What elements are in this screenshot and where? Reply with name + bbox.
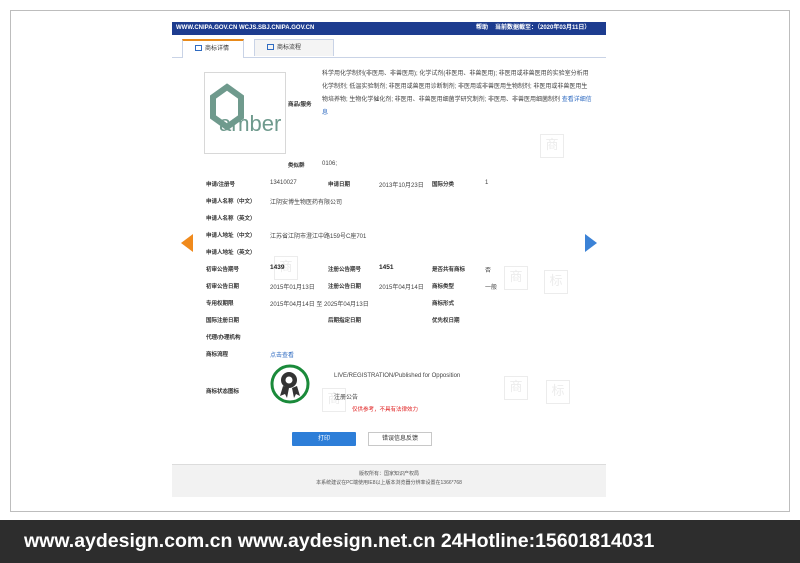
page-footer: 版权所有：国家知识产权局 本系统建议在PC端使用IE8以上版本浏览器分辨率设置在… — [172, 464, 606, 497]
watermark-icon: 商 — [504, 376, 528, 400]
status-subtext: 注册公告 — [334, 395, 359, 401]
later-date-label: 后期指定日期 — [328, 318, 362, 324]
intl-reg-date-label: 国际注册日期 — [206, 318, 240, 324]
pub-date-label: 初审公告日期 — [206, 284, 240, 290]
watermark-icon: 商 — [504, 266, 528, 290]
exclusive-label: 专用权期限 — [206, 301, 234, 307]
status-text: LIVE/REGISTRATION/Published for Oppositi… — [334, 373, 461, 379]
goods-services: 科学用化学制剂(非医用、非兽医用); 化学试剂(非医用、非兽医用); 非医用或非… — [322, 68, 592, 120]
form-label: 商标形式 — [432, 301, 455, 307]
help-link[interactable]: 帮助 — [476, 22, 488, 35]
flow-link[interactable]: 点击查看 — [270, 350, 294, 359]
watermark-icon: 标 — [546, 380, 570, 404]
applicant-cn-label: 申请人名称（中文） — [206, 199, 256, 205]
tab-trademark-detail[interactable]: 商标详情 — [182, 39, 244, 58]
address-cn-value: 江苏省江阴市澄江中路159号C座701 — [270, 234, 367, 240]
reg-no-label: 申请/注册号 — [206, 182, 236, 188]
priority-label: 优先权日期 — [432, 318, 460, 324]
apply-date-label: 申请日期 — [328, 182, 351, 188]
reg-pub-date-value: 2015年04月14日 — [379, 285, 424, 291]
address-en-label: 申请人地址（英文） — [206, 250, 256, 256]
applicant-cn-value: 江阴安博生物医药有限公司 — [270, 200, 343, 206]
next-arrow-icon[interactable] — [585, 234, 597, 252]
shared-value: 否 — [485, 268, 492, 274]
reg-pub-no-label: 注册公告期号 — [328, 267, 362, 273]
previous-arrow-icon[interactable] — [181, 234, 193, 252]
print-button[interactable]: 打印 — [292, 432, 356, 446]
trademark-image: amber — [204, 72, 286, 154]
similar-group-value: 0106; — [322, 161, 338, 167]
browser-recommendation: 本系统建议在PC端使用IE8以上版本浏览器分辨率设置在1366*768 — [316, 480, 462, 486]
goods-text: 科学用化学制剂(非医用、非兽医用); 化学试剂(非医用、非兽医用); 非医用或非… — [322, 71, 589, 103]
copyright-text: 版权所有：国家知识产权局 — [358, 471, 419, 477]
reg-pub-no-value: 1451 — [379, 264, 394, 271]
watermark-icon: 标 — [544, 270, 568, 294]
type-label: 商标类型 — [432, 284, 455, 290]
list-icon — [267, 44, 274, 50]
registration-badge-icon — [270, 364, 310, 404]
goods-label: 商品/服务 — [288, 102, 312, 108]
tab-bar: 商标详情 商标流程 — [172, 39, 606, 58]
amber-logo: amber — [210, 83, 281, 136]
shared-label: 是否共有商标 — [432, 267, 466, 273]
applicant-en-label: 申请人名称（英文） — [206, 216, 256, 222]
apply-date-value: 2013年10月23日 — [379, 183, 424, 189]
watermark-icon: 商 — [540, 134, 564, 158]
pub-no-value: 1439 — [270, 264, 285, 271]
reg-no-value: 13410027 — [270, 180, 297, 186]
address-cn-label: 申请人地址（中文） — [206, 233, 256, 239]
site-header: WWW.CNIPA.GOV.CN WCJS.SBJ.CNIPA.GOV.CN 帮… — [172, 22, 606, 35]
intl-class-value: 1 — [485, 180, 489, 186]
flow-label: 商标流程 — [206, 352, 229, 358]
intl-class-label: 国际分类 — [432, 182, 455, 188]
detail-icon — [195, 45, 202, 51]
detail-content: 商 商 商 标 商 商 标 amber 商品/服务 科学用化学制剂(非医用、非兽… — [172, 58, 606, 456]
contact-banner-text: www.aydesign.com.cn www.aydesign.net.cn … — [24, 530, 655, 552]
type-value: 一般 — [485, 285, 498, 291]
reg-pub-date-label: 注册公告日期 — [328, 284, 362, 290]
svg-text:amber: amber — [219, 111, 281, 136]
pub-date-value: 2015年01月13日 — [270, 285, 315, 291]
tab-trademark-flow[interactable]: 商标流程 — [254, 39, 334, 56]
error-feedback-button[interactable]: 错误信息反馈 — [368, 432, 432, 446]
agent-label: 代理/办理机构 — [206, 335, 241, 341]
data-date: 当前数据截至：（2020年03月11日） — [495, 25, 591, 31]
disclaimer-notice: 仅供参考，不具有法律效力 — [352, 407, 419, 413]
status-label: 商标状态图标 — [206, 389, 240, 395]
site-url[interactable]: WWW.CNIPA.GOV.CN WCJS.SBJ.CNIPA.GOV.CN — [176, 22, 314, 35]
trademark-detail-page: WWW.CNIPA.GOV.CN WCJS.SBJ.CNIPA.GOV.CN 帮… — [172, 22, 606, 497]
exclusive-value: 2015年04月14日 至 2025年04月13日 — [270, 302, 369, 308]
similar-group-label: 类似群 — [288, 163, 305, 169]
contact-banner: www.aydesign.com.cn www.aydesign.net.cn … — [0, 520, 800, 563]
pub-no-label: 初审公告期号 — [206, 267, 240, 273]
